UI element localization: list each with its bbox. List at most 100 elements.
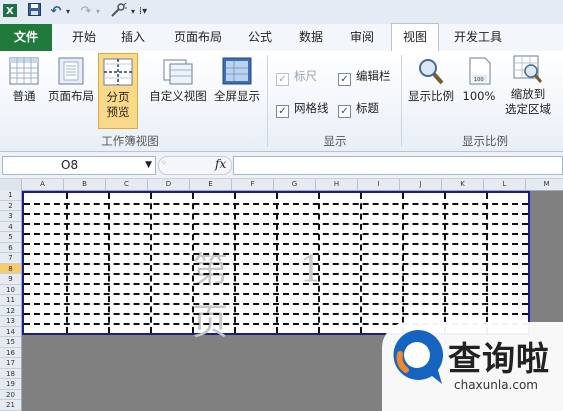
tools-icon[interactable] — [108, 2, 130, 20]
column-header[interactable]: J — [400, 179, 442, 190]
row-header[interactable]: 13 — [0, 316, 21, 327]
row-header[interactable]: 12 — [0, 306, 21, 316]
formula-input[interactable] — [233, 156, 563, 175]
column-header[interactable]: A — [22, 179, 64, 190]
page-break-horizontal[interactable] — [24, 233, 528, 235]
page-break-horizontal[interactable] — [24, 283, 528, 285]
tools-dropdown-icon[interactable]: ▾ — [131, 3, 135, 20]
group-separator — [401, 55, 402, 147]
undo-dropdown-icon[interactable]: ▾ — [64, 3, 72, 20]
row-header[interactable]: 7 — [0, 253, 21, 264]
page-break-preview-button[interactable]: 分页 预览 — [98, 53, 138, 129]
row-header[interactable]: 11 — [0, 295, 21, 306]
row-header[interactable]: 18 — [0, 369, 21, 379]
column-header[interactable]: B — [64, 179, 106, 190]
row-header[interactable]: 1 — [0, 190, 21, 201]
gridlines-label: 网格线 — [294, 101, 329, 115]
column-header[interactable]: C — [106, 179, 148, 190]
column-header[interactable]: H — [316, 179, 358, 190]
zoom-100-button[interactable]: 100 100% — [460, 57, 498, 104]
zoom-label: 显示比例 — [408, 89, 454, 103]
name-box[interactable]: O8 ▼ — [2, 156, 156, 175]
page-break-horizontal[interactable] — [24, 213, 528, 215]
zoom-to-selection-icon — [513, 55, 543, 83]
row-header[interactable]: 4 — [0, 222, 21, 232]
page-break-horizontal[interactable] — [24, 313, 528, 315]
row-header[interactable]: 14 — [0, 327, 21, 337]
select-all-corner[interactable] — [0, 179, 22, 190]
site-logo: 查询啦 chaxunla.com — [382, 322, 563, 411]
show-group-label: 显示 — [323, 134, 347, 148]
save-icon[interactable] — [27, 3, 41, 20]
page-break-horizontal[interactable] — [24, 243, 528, 245]
page-layout-view-button[interactable]: 页面布局 — [46, 57, 96, 104]
redo-dropdown-icon[interactable]: ▾ — [94, 3, 102, 20]
full-screen-button[interactable]: 全屏显示 — [210, 57, 264, 104]
tab-insert[interactable]: 插入 — [115, 24, 151, 51]
row-header[interactable]: 17 — [0, 358, 21, 369]
tab-developer[interactable]: 开发工具 — [446, 24, 510, 51]
page-break-horizontal[interactable] — [24, 203, 528, 205]
row-header[interactable]: 10 — [0, 285, 21, 295]
row-header[interactable]: 19 — [0, 379, 21, 390]
redo-icon[interactable]: ↷ — [78, 3, 94, 20]
formula-bar-row: O8 ▼ ◦ fx — [0, 152, 563, 179]
quick-access-toolbar: X ↶ ▾ ↷ ▾ ▾ ⁞▾ — [0, 0, 563, 25]
full-screen-label: 全屏显示 — [214, 89, 260, 103]
row-header[interactable]: 8 — [0, 263, 21, 274]
formula-bar-check-icon: ✓ — [338, 73, 351, 86]
tab-review[interactable]: 审阅 — [344, 24, 380, 51]
custom-views-button[interactable]: 自定义视图 — [146, 57, 210, 104]
custom-views-label: 自定义视图 — [149, 89, 207, 103]
column-header[interactable]: I — [358, 179, 400, 190]
column-header[interactable]: K — [442, 179, 484, 190]
tab-page-layout[interactable]: 页面布局 — [166, 24, 230, 51]
tab-formulas[interactable]: 公式 — [242, 24, 278, 51]
column-header[interactable]: G — [274, 179, 316, 190]
gridlines-checkbox[interactable]: ✓ 网格线 — [276, 100, 329, 118]
page-break-horizontal[interactable] — [24, 293, 528, 295]
zoom-to-selection-button[interactable]: 缩放到 选定区域 — [500, 55, 556, 117]
column-header[interactable]: L — [484, 179, 526, 190]
print-area[interactable]: 第 1 页 — [22, 191, 530, 343]
page-break-horizontal[interactable] — [24, 223, 528, 225]
column-header[interactable]: E — [190, 179, 232, 190]
column-headers: ABCDEFGHIJKLM — [0, 179, 563, 191]
column-header[interactable]: F — [232, 179, 274, 190]
row-header[interactable]: 6 — [0, 243, 21, 253]
headings-check-icon: ✓ — [338, 105, 351, 118]
headings-checkbox[interactable]: ✓ 标题 — [338, 100, 379, 118]
formula-bar-label: 编辑栏 — [356, 69, 391, 83]
row-header[interactable]: 15 — [0, 337, 21, 348]
insert-function-icon[interactable]: fx — [215, 157, 226, 171]
formula-buttons-area: ◦ fx — [158, 156, 232, 175]
tab-view[interactable]: 视图 — [391, 23, 439, 53]
row-header[interactable]: 16 — [0, 348, 21, 358]
column-header[interactable]: D — [148, 179, 190, 190]
name-box-dropdown-icon[interactable]: ▼ — [145, 157, 152, 174]
row-header[interactable]: 5 — [0, 232, 21, 243]
zoom-button[interactable]: 显示比例 — [404, 57, 458, 104]
page-break-horizontal[interactable] — [24, 273, 528, 275]
zoom-group-label: 显示比例 — [462, 134, 508, 148]
customize-qat-icon[interactable]: ⁞▾ — [138, 3, 148, 20]
tab-file[interactable]: 文件 — [0, 24, 52, 51]
row-header[interactable]: 21 — [0, 400, 21, 411]
tab-home[interactable]: 开始 — [64, 24, 104, 51]
row-header[interactable]: 3 — [0, 211, 21, 222]
column-header[interactable]: M — [526, 179, 563, 190]
formula-bar-checkbox[interactable]: ✓ 编辑栏 — [338, 68, 391, 86]
excel-logo-icon[interactable]: X — [3, 3, 17, 20]
undo-icon[interactable]: ↶ — [48, 3, 64, 20]
row-header[interactable]: 2 — [0, 201, 21, 211]
ribbon-panel: 普通 页面布局 分页 预览 自定义视图 全屏显示 工作簿视图 ✓ 标尺 ✓ 编辑… — [0, 51, 563, 152]
page-break-horizontal[interactable] — [24, 263, 528, 265]
tab-data[interactable]: 数据 — [293, 24, 329, 51]
normal-view-button[interactable]: 普通 — [4, 57, 44, 104]
page-break-horizontal[interactable] — [24, 253, 528, 255]
splitter-handle-icon[interactable]: ◦ — [161, 158, 167, 169]
page-break-horizontal[interactable] — [24, 303, 528, 305]
row-header[interactable]: 9 — [0, 274, 21, 285]
ruler-checkbox[interactable]: ✓ 标尺 — [276, 68, 317, 86]
row-header[interactable]: 20 — [0, 390, 21, 400]
